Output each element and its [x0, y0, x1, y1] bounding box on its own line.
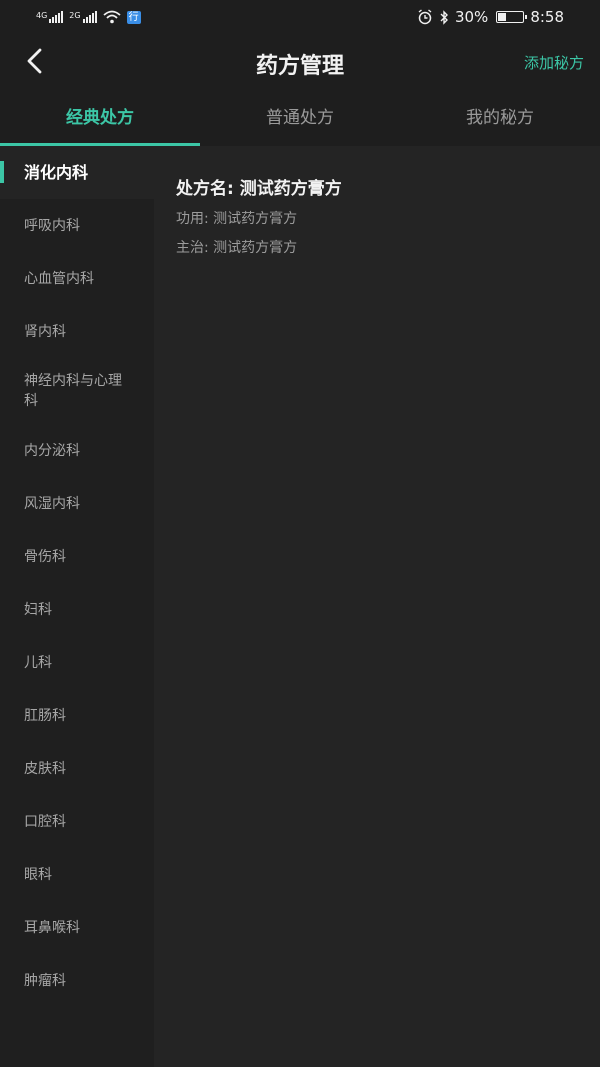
department-sidebar: 消化内科 呼吸内科 心血管内科 肾内科 神经内科与心理科 内分泌科 风湿内科 骨… — [0, 146, 154, 1067]
sidebar-item-oncology[interactable]: 肿瘤科 — [0, 954, 154, 1007]
status-left: 4G 2G 行 — [36, 10, 141, 24]
sidebar-item-orthopedics[interactable]: 骨伤科 — [0, 530, 154, 583]
tab-classic-prescriptions[interactable]: 经典处方 — [0, 90, 200, 146]
status-right: 30% 8:58 — [417, 8, 564, 26]
prescription-name[interactable]: 处方名: 测试药方膏方 — [176, 174, 600, 199]
battery-icon — [496, 11, 528, 23]
sidebar-item-rheumatology[interactable]: 风湿内科 — [0, 477, 154, 530]
prescription-card[interactable]: 处方名: 测试药方膏方 功用: 测试药方膏方 主治: 测试药方膏方 — [176, 174, 600, 257]
travel-badge: 行 — [126, 10, 141, 24]
sidebar-item-digestive[interactable]: 消化内科 — [0, 146, 154, 199]
tab-common-prescriptions[interactable]: 普通处方 — [200, 90, 400, 146]
status-bar: 4G 2G 行 30% 8:58 — [0, 0, 600, 34]
app-header: 药方管理 添加秘方 — [0, 34, 600, 90]
sidebar-item-stomatology[interactable]: 口腔科 — [0, 795, 154, 848]
cell-signal-icon: 4G — [36, 11, 64, 23]
sidebar-item-ophthalmology[interactable]: 眼科 — [0, 848, 154, 901]
prescription-list: 处方名: 测试药方膏方 功用: 测试药方膏方 主治: 测试药方膏方 — [154, 146, 600, 1067]
tab-bar: 经典处方 普通处方 我的秘方 — [0, 90, 600, 146]
prescription-indication: 主治: 测试药方膏方 — [176, 240, 298, 256]
add-secret-recipe-button[interactable]: 添加秘方 — [524, 52, 584, 73]
sidebar-item-cardiovascular[interactable]: 心血管内科 — [0, 252, 154, 305]
cell-signal-icon: 2G — [69, 11, 97, 23]
sidebar-item-respiratory[interactable]: 呼吸内科 — [0, 199, 154, 252]
page-title: 药方管理 — [255, 54, 344, 79]
sidebar-item-endocrinology[interactable]: 内分泌科 — [0, 424, 154, 477]
sidebar-item-pediatrics[interactable]: 儿科 — [0, 636, 154, 689]
wifi-icon — [103, 10, 121, 24]
tab-my-secret-recipes[interactable]: 我的秘方 — [400, 90, 600, 146]
bluetooth-icon — [440, 9, 448, 25]
sidebar-item-dermatology[interactable]: 皮肤科 — [0, 742, 154, 795]
battery-percent: 30% — [454, 8, 489, 26]
sidebar-item-proctology[interactable]: 肛肠科 — [0, 689, 154, 742]
sidebar-item-gynecology[interactable]: 妇科 — [0, 583, 154, 636]
sidebar-item-ent[interactable]: 耳鼻喉科 — [0, 901, 154, 954]
sidebar-item-nephrology[interactable]: 肾内科 — [0, 305, 154, 358]
prescription-effect: 功用: 测试药方膏方 — [176, 211, 298, 227]
clock-time: 8:58 — [530, 8, 564, 26]
alarm-icon — [418, 9, 432, 25]
sidebar-item-neurology-psychology[interactable]: 神经内科与心理科 — [0, 358, 154, 424]
